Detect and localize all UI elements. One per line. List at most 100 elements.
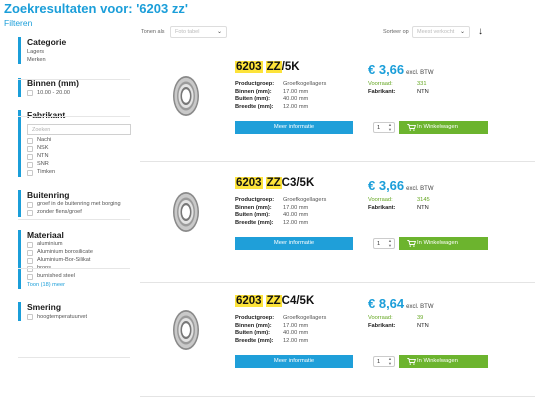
- fabrikant-search-input[interactable]: Zoeken: [27, 124, 131, 135]
- checkbox[interactable]: [27, 90, 33, 96]
- sort-arrow-icon[interactable]: ↓: [478, 26, 483, 37]
- checkbox[interactable]: [27, 137, 33, 144]
- spec-label: Breedte (mm):: [235, 219, 274, 226]
- spec-label: Productgroep:: [235, 197, 275, 203]
- filter-option[interactable]: 10.00 - 20.00: [27, 90, 130, 98]
- manufacturer-value: NTN: [417, 88, 429, 95]
- chevron-down-icon: ⌄: [459, 29, 465, 35]
- add-to-cart-button[interactable]: In Winkelwagen: [399, 237, 488, 250]
- product-name[interactable]: 6203 ZZC4/5K: [235, 295, 314, 307]
- filters-link[interactable]: Filteren: [4, 18, 32, 28]
- filter-option[interactable]: Nachi: [27, 137, 130, 145]
- stepper-arrows-icon[interactable]: ▲ ▼: [388, 122, 392, 132]
- stock-label: Voorraad:: [368, 315, 393, 321]
- add-to-cart-button[interactable]: In Winkelwagen: [399, 121, 488, 134]
- filter-option[interactable]: zonder flens/groef: [27, 209, 130, 217]
- checkbox[interactable]: [27, 209, 33, 216]
- spec-label: Breedte (mm):: [235, 337, 274, 344]
- filter-option[interactable]: NSK: [27, 145, 130, 153]
- quantity-stepper[interactable]: 1 ▲ ▼: [373, 356, 395, 367]
- quantity-stepper[interactable]: 1 ▲ ▼: [373, 238, 395, 249]
- bearing-image: [173, 76, 199, 116]
- name-highlight: ZZ: [265, 177, 282, 189]
- divider: [140, 161, 535, 162]
- spec-value: Groefkogellagers: [283, 81, 327, 87]
- checkbox[interactable]: [27, 241, 33, 248]
- filter-buitenring: Buitenring groef in de buitenring met bo…: [18, 189, 130, 217]
- more-info-button[interactable]: Meer informatie: [235, 121, 353, 134]
- product-card: 6203 ZZC4/5K Productgroep: Groefkogellager…: [140, 292, 535, 400]
- product-price: € 3,66 excl. BTW: [368, 61, 434, 79]
- sort-value: Meest verkocht: [417, 29, 455, 35]
- name-highlight: ZZ: [265, 295, 282, 307]
- checkbox[interactable]: [27, 161, 33, 168]
- spec-label: Binnen (mm):: [235, 204, 272, 211]
- name-rest: C4/5K: [281, 295, 315, 307]
- quantity-value: 1: [377, 240, 381, 247]
- stepper-arrows-icon[interactable]: ▲ ▼: [388, 356, 392, 366]
- quantity-stepper[interactable]: 1 ▲ ▼: [373, 122, 395, 133]
- product-name[interactable]: 6203 ZZC3/5K: [235, 177, 314, 189]
- page-title: Zoekresultaten voor: '6203 zz': [4, 1, 188, 16]
- divider: [140, 396, 535, 397]
- filter-option[interactable]: SNR: [27, 161, 130, 169]
- price-excl: excl. BTW: [406, 186, 434, 192]
- name-highlight: 6203: [235, 295, 263, 307]
- filter-title-categorie: Categorie: [27, 37, 67, 47]
- checkbox[interactable]: [27, 145, 33, 152]
- more-info-button[interactable]: Meer informatie: [235, 237, 353, 250]
- filter-title-buitenring: Buitenring: [27, 189, 70, 200]
- show-as-select[interactable]: Foto tabel ⌄: [170, 26, 227, 38]
- filter-fabrikant: Fabrikant Zoeken Nachi NSK NTN SNR Timke…: [18, 110, 131, 177]
- filter-option[interactable]: Aluminium borosilicate: [27, 249, 130, 257]
- category-item[interactable]: Lagers: [27, 48, 130, 56]
- filter-option[interactable]: Aluminium-Bor-Silikat: [27, 257, 130, 265]
- show-as-value: Foto tabel: [175, 29, 200, 35]
- product-specs: Productgroep: Groefkogellagers Binnen (mm…: [235, 315, 326, 345]
- checkbox[interactable]: [27, 201, 33, 208]
- sort-select[interactable]: Meest verkocht ⌄: [412, 26, 470, 38]
- show-more-link[interactable]: Toon (18) meer: [27, 281, 130, 289]
- cart-icon: [407, 240, 416, 247]
- name-highlight: ZZ: [265, 61, 282, 73]
- checkbox[interactable]: [27, 153, 33, 160]
- checkbox[interactable]: [27, 257, 33, 264]
- spec-label: Buiten (mm):: [235, 96, 271, 102]
- filter-option[interactable]: NTN: [27, 153, 130, 161]
- more-info-button[interactable]: Meer informatie: [235, 355, 353, 368]
- spec-value: Groefkogellagers: [283, 197, 327, 203]
- spec-value: 12.00 mm: [283, 103, 309, 110]
- checkbox[interactable]: [27, 169, 33, 176]
- spec-value: 40.00 mm: [283, 212, 309, 218]
- divider: [18, 268, 130, 269]
- filter-option[interactable]: burnished steel: [27, 273, 130, 281]
- filter-smering: Smering hoogtemperatuurvet: [18, 302, 130, 321]
- spec-value: 17.00 mm: [283, 88, 309, 95]
- quantity-value: 1: [377, 124, 381, 131]
- filter-option[interactable]: Timken: [27, 169, 130, 177]
- manufacturer-label: Fabrikant:: [368, 88, 396, 95]
- product-name[interactable]: 6203 ZZ/5K: [235, 61, 300, 73]
- checkbox[interactable]: [27, 314, 33, 320]
- filter-option[interactable]: hoogtemperatuurvet: [27, 314, 130, 322]
- stock-info: Voorraad: 39 Fabrikant: NTN: [368, 315, 429, 330]
- spec-label: Binnen (mm):: [235, 88, 272, 95]
- name-highlight: 6203: [235, 177, 263, 189]
- product-card: 6203 ZZC3/5K Productgroep: Groefkogellager…: [140, 174, 535, 284]
- stock-info: Voorraad: 331 Fabrikant: NTN: [368, 81, 429, 96]
- cart-label: In Winkelwagen: [417, 124, 458, 130]
- name-rest: /5K: [281, 61, 300, 73]
- stepper-arrows-icon[interactable]: ▲ ▼: [388, 238, 392, 248]
- filter-option[interactable]: aluminium: [27, 241, 130, 249]
- filter-option[interactable]: groef in de buitenring met borging: [27, 201, 130, 209]
- divider: [18, 357, 130, 358]
- show-as-label: Tonen als: [141, 29, 165, 35]
- add-to-cart-button[interactable]: In Winkelwagen: [399, 355, 488, 368]
- bearing-image: [173, 192, 199, 232]
- checkbox[interactable]: [27, 249, 33, 256]
- checkbox[interactable]: [27, 273, 33, 280]
- category-item[interactable]: Merken: [27, 56, 130, 64]
- spec-value: 12.00 mm: [283, 337, 309, 344]
- spec-label: Breedte (mm):: [235, 103, 274, 110]
- spec-value: 40.00 mm: [283, 96, 309, 102]
